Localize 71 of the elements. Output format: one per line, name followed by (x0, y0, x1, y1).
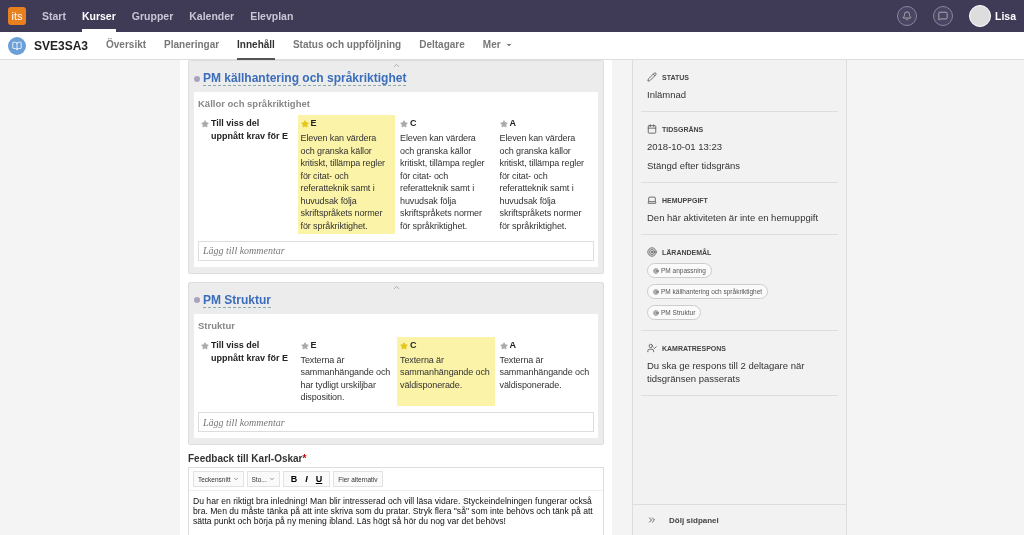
grade-label: E (310, 117, 317, 130)
nav-link[interactable]: Grupper (131, 0, 174, 32)
section-text: Den här aktiviteten är inte en hemuppgift (647, 211, 820, 224)
section-text: Stängd efter tidsgräns (647, 159, 741, 172)
section-text: 2018-10-01 13:23 (647, 140, 723, 153)
underline-button[interactable]: U (312, 474, 326, 484)
grade-option[interactable]: C Texterna är sammanhängande och väldisponerade. (397, 336, 495, 406)
grade-label: A (509, 117, 516, 130)
user-name[interactable]: Lisa (995, 10, 1016, 22)
grade-option[interactable]: C Eleven kan värdera och granska källor kritiskt, tillämpa regler för citat- och referatteknik samt i huvudsak följa skriftspråkets normer för språkriktighet. (397, 115, 495, 234)
caret-icon (232, 476, 239, 482)
comment-field[interactable]: Lägg till kommentar (198, 412, 594, 432)
bullet-icon (194, 297, 200, 303)
nav-link[interactable]: Elevplan (250, 0, 294, 32)
grade-label: C (410, 338, 417, 352)
grade-description: Eleven kan värdera och granska källor kritiskt, tillämpa regler för citat- och referatteknik samt i huvudsak följa skriftspråkets normer för språkriktighet. (300, 132, 387, 232)
star-icon (300, 120, 309, 128)
grade-label: E (310, 338, 317, 352)
section-text: Du ska ge respons till 2 deltagare när tidsgränsen passerats (647, 359, 806, 385)
star-icon (201, 120, 209, 128)
rubric-title-link[interactable]: PM källhantering och språkriktighet (203, 71, 407, 86)
grade-label: C (410, 117, 417, 130)
course-icon (8, 36, 26, 55)
grade-option[interactable]: Till viss del uppnått krav för E (198, 336, 296, 406)
rubric-title-link[interactable]: PM Struktur (203, 292, 271, 308)
comment-field[interactable]: Lägg till kommentar (198, 240, 594, 261)
star-icon (201, 341, 209, 350)
section-text: Inlämnad (647, 88, 688, 101)
course-tab[interactable]: Översikt (106, 31, 147, 60)
nav-link[interactable]: Start (42, 0, 66, 32)
chat-icon (938, 11, 948, 21)
course-tab[interactable]: Deltagare (419, 31, 465, 60)
grade-description: Texterna är sammanhängande och väldisponerade. (400, 353, 491, 391)
nav-link[interactable]: Kalender (189, 0, 235, 32)
chevrons-icon (647, 515, 657, 525)
course-code: SVE3SA3 (34, 38, 89, 53)
grade-description: Eleven kan värdera och granska källor kritiskt, tillämpa regler för citat- och referatteknik samt i huvudsak följa skriftspråkets normer för språkriktighet. (400, 132, 486, 232)
star-icon (499, 341, 508, 350)
hide-panel-button[interactable]: Dölj sidpanel (633, 505, 846, 535)
grade-option[interactable]: E Eleven kan värdera och granska källor kritiskt, tillämpa regler för citat- och referatteknik samt i huvudsak följa skriftspråkets normer för språkriktighet. (297, 115, 395, 234)
avatar[interactable] (969, 5, 991, 27)
criterion-label: Källor och språkriktighet (198, 98, 311, 109)
bullet-icon (194, 75, 200, 82)
grade-label: Till viss del uppnått krav för E (211, 338, 289, 365)
star-icon (400, 341, 408, 350)
grade-option[interactable]: E Texterna är sammanhängande och har tydligt urskiljbar disposition. (297, 336, 395, 406)
star-icon (499, 120, 508, 128)
grade-option[interactable]: A Texterna är sammanhängande och väldisponerade. (496, 336, 594, 406)
italic-button[interactable]: I (302, 474, 311, 484)
caret-icon (268, 476, 275, 482)
course-tab[interactable]: Status och uppföljning (292, 31, 402, 60)
feedback-label: Feedback till Karl-Oskar* (188, 453, 308, 464)
messages-button[interactable] (933, 6, 953, 26)
feedback-editor[interactable] (188, 467, 604, 535)
grade-description: Eleven kan värdera och granska källor kritiskt, tillämpa regler för citat- och referatteknik samt i huvudsak följa skriftspråkets normer för språkriktighet. (499, 132, 586, 232)
bell-icon (902, 11, 912, 21)
grade-option[interactable]: A Eleven kan värdera och granska källor kritiskt, tillämpa regler för citat- och referatteknik samt i huvudsak följa skriftspråkets normer för språkriktighet. (496, 115, 594, 234)
star-icon (300, 341, 309, 350)
grade-option[interactable]: Till viss del uppnått krav för E (198, 115, 296, 234)
grade-description: Texterna är sammanhängande och har tydligt urskiljbar disposition. (300, 353, 392, 404)
grade-description: Texterna är sammanhängande och väldisponerade. (499, 353, 591, 391)
required-mark: * (302, 453, 307, 464)
grade-label: A (509, 338, 516, 352)
more-menu[interactable]: Mer (482, 31, 513, 60)
course-tab[interactable]: Planeringar (164, 31, 220, 60)
notifications-button[interactable] (897, 6, 917, 26)
star-icon (400, 120, 408, 128)
bold-button[interactable]: B (287, 474, 301, 484)
feedback-text: Du har en riktigt bra inledning! Man blir intresserad och vill läsa vidare. Styckeindelningen fungerar också bra. Men du måste tänka på att inte skriva som du pratar. Stryk flera "så" som inte behövs och tänk på att sätta punkt och börja på ny mening ibland. Läs högt så hör du nog var det behövs! (192, 495, 594, 528)
criterion-label: Struktur (198, 319, 236, 331)
grade-label: Till viss del uppnått krav för E (211, 117, 289, 143)
